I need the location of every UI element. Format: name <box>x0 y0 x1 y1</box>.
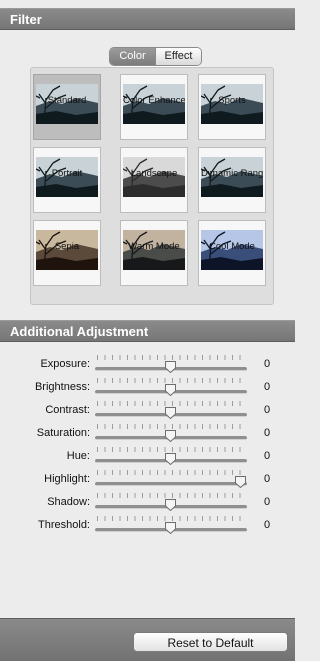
adjustment-slider[interactable] <box>95 400 247 422</box>
adjustment-row: Exposure: 0 <box>0 354 295 376</box>
footer-bar: Reset to Default <box>0 618 295 661</box>
preset-label: Dynamic Range <box>201 168 263 179</box>
adjustment-label: Highlight: <box>44 473 90 485</box>
adjustment-value: 0 <box>264 381 271 393</box>
preset-label: Standard <box>47 95 87 106</box>
adjustment-header: Additional Adjustment <box>0 320 295 342</box>
adjustment-row: Shadow: 0 <box>0 492 295 514</box>
preset-label: Color Enhance <box>123 95 185 106</box>
adjustment-label: Contrast: <box>45 404 90 416</box>
preset-preview-image: Standard <box>36 84 98 124</box>
slider-track <box>95 482 247 486</box>
adjustment-slider[interactable] <box>95 446 247 468</box>
filter-header: Filter <box>0 8 295 30</box>
adjustment-value: 0 <box>264 496 271 508</box>
adjustment-slider[interactable] <box>95 423 247 445</box>
filter-title: Filter <box>10 12 42 27</box>
preset-label: Warm Mode <box>128 241 180 252</box>
slider-knob[interactable] <box>165 521 176 535</box>
slider-knob[interactable] <box>165 406 176 420</box>
preset-preview-image: Portrait <box>36 157 98 197</box>
preset-label: Landscape <box>130 168 178 179</box>
preset-preview-image: Cool Mode <box>201 230 263 270</box>
adjustment-slider[interactable] <box>95 492 247 514</box>
adjustment-value: 0 <box>264 473 271 485</box>
preset-preview-image: Dynamic Range <box>201 157 263 197</box>
filter-preset-thumbnail[interactable]: Landscape <box>120 147 188 213</box>
adjustment-row: Saturation: 0 <box>0 423 295 445</box>
adjustment-value: 0 <box>264 519 271 531</box>
slider-knob[interactable] <box>235 475 246 489</box>
adjustment-slider[interactable] <box>95 354 247 376</box>
slider-knob[interactable] <box>165 383 176 397</box>
filter-preset-thumbnail[interactable]: Portrait <box>33 147 101 213</box>
adjustment-slider[interactable] <box>95 469 247 491</box>
adjustment-label: Hue: <box>66 450 90 462</box>
slider-ticks <box>97 470 245 475</box>
adjustment-row: Highlight: 0 <box>0 469 295 491</box>
adjustment-slider[interactable] <box>95 377 247 399</box>
filter-preset-grid: Standard Color Enhance Sports Portrait Lands… <box>30 67 274 305</box>
reset-to-default-button[interactable]: Reset to Default <box>133 632 288 652</box>
filter-tab-control: Color Effect <box>109 47 202 66</box>
tab-color[interactable]: Color <box>110 48 156 65</box>
slider-knob[interactable] <box>165 429 176 443</box>
slider-knob[interactable] <box>165 498 176 512</box>
filter-preset-thumbnail[interactable]: Sepia <box>33 220 101 286</box>
tab-effect[interactable]: Effect <box>156 48 201 65</box>
adjustment-row: Brightness: 0 <box>0 377 295 399</box>
adjustment-row: Hue: 0 <box>0 446 295 468</box>
adjustment-slider[interactable] <box>95 515 247 537</box>
filter-preset-thumbnail[interactable]: Cool Mode <box>198 220 266 286</box>
adjustment-row: Contrast: 0 <box>0 400 295 422</box>
adjustment-value: 0 <box>264 404 271 416</box>
preset-preview-image: Color Enhance <box>123 84 185 124</box>
adjustment-panel: Exposure: 0 Brightness: 0 Contrast: 0 Saturati… <box>0 342 295 618</box>
preset-preview-image: Sepia <box>36 230 98 270</box>
adjustment-label: Exposure: <box>40 358 90 370</box>
adjustment-value: 0 <box>264 427 271 439</box>
preset-preview-image: Landscape <box>123 157 185 197</box>
filter-preset-thumbnail[interactable]: Dynamic Range <box>198 147 266 213</box>
preset-label: Sports <box>218 95 246 106</box>
slider-knob[interactable] <box>165 360 176 374</box>
filter-preset-thumbnail[interactable]: Warm Mode <box>120 220 188 286</box>
adjustment-row: Threshold: 0 <box>0 515 295 537</box>
preset-preview-image: Sports <box>201 84 263 124</box>
preset-label: Portrait <box>51 168 83 179</box>
adjustment-label: Shadow: <box>47 496 90 508</box>
adjustment-value: 0 <box>264 358 271 370</box>
adjustment-value: 0 <box>264 450 271 462</box>
adjustment-label: Saturation: <box>36 427 90 439</box>
preset-label: Cool Mode <box>209 241 255 252</box>
preset-label: Sepia <box>54 241 80 252</box>
filter-preset-thumbnail[interactable]: Standard <box>33 74 101 140</box>
filter-preset-thumbnail[interactable]: Sports <box>198 74 266 140</box>
slider-knob[interactable] <box>165 452 176 466</box>
preset-preview-image: Warm Mode <box>123 230 185 270</box>
adjustment-label: Threshold: <box>38 519 90 531</box>
filter-preset-thumbnail[interactable]: Color Enhance <box>120 74 188 140</box>
adjustment-title: Additional Adjustment <box>10 324 149 339</box>
adjustment-label: Brightness: <box>34 381 90 393</box>
